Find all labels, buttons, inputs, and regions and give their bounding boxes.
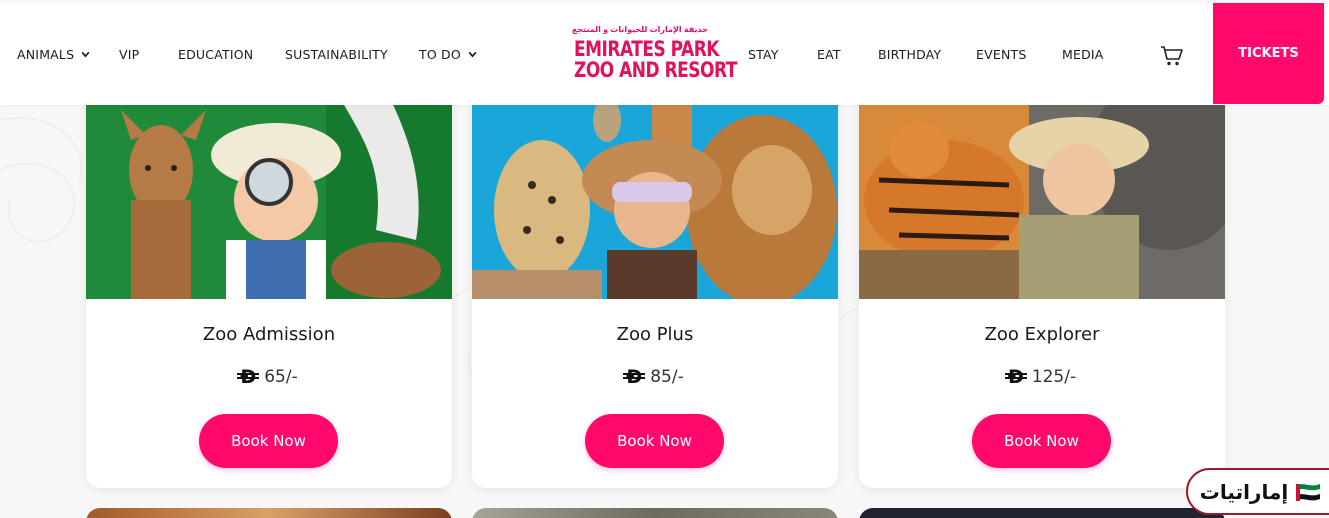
card-image-zoo-admission bbox=[86, 90, 452, 299]
nav-media[interactable]: MEDIA bbox=[1062, 47, 1104, 62]
card-price: Đ 125/- bbox=[859, 366, 1225, 388]
card-title: Zoo Plus bbox=[616, 324, 694, 345]
nav-events-label: EVENTS bbox=[976, 47, 1027, 62]
price-value: 65/- bbox=[264, 367, 298, 387]
dirham-icon: Đ bbox=[1004, 366, 1027, 388]
ticket-card-zoo-explorer: Zoo Explorer Đ 125/- Book Now bbox=[859, 90, 1225, 488]
nav-eat[interactable]: EAT bbox=[817, 47, 841, 62]
nav-birthday[interactable]: BIRTHDAY bbox=[878, 47, 941, 62]
logo-line-2: ZOO AND RESORT bbox=[574, 58, 737, 83]
nav-vip[interactable]: VIP bbox=[119, 47, 139, 62]
card-title: Zoo Explorer bbox=[984, 324, 1100, 345]
book-now-label: Book Now bbox=[231, 432, 306, 450]
cart-icon[interactable] bbox=[1160, 45, 1184, 67]
next-card-image bbox=[472, 508, 838, 518]
tickets-label: TICKETS bbox=[1238, 46, 1299, 61]
nav-sustainability[interactable]: SUSTAINABILITY bbox=[285, 47, 388, 62]
book-now-button[interactable]: Book Now bbox=[585, 414, 724, 468]
ticket-card-zoo-admission: Zoo Admission Đ 65/- Book Now bbox=[86, 90, 452, 488]
nav-stay[interactable]: STAY bbox=[748, 47, 779, 62]
nav-eat-label: EAT bbox=[817, 47, 841, 62]
logo-arabic-text: حديقة الإمارات للحيوانات و المنتجع bbox=[572, 25, 708, 34]
book-now-label: Book Now bbox=[617, 432, 692, 450]
book-now-label: Book Now bbox=[1004, 432, 1079, 450]
card-image-zoo-plus bbox=[472, 90, 838, 299]
price-value: 85/- bbox=[650, 367, 684, 387]
nav-to-do-label: TO DO bbox=[419, 47, 461, 62]
nav-birthday-label: BIRTHDAY bbox=[878, 47, 942, 62]
card-image-zoo-explorer bbox=[859, 90, 1225, 299]
uae-flag-icon bbox=[1296, 483, 1321, 501]
tickets-button[interactable]: TICKETS bbox=[1213, 3, 1324, 104]
dirham-icon: Đ bbox=[237, 366, 260, 388]
next-card-image bbox=[859, 508, 1225, 518]
card-price: Đ 65/- bbox=[86, 366, 452, 388]
price-value: 125/- bbox=[1031, 367, 1077, 387]
emaratyat-badge[interactable]: إماراتيات bbox=[1186, 468, 1329, 515]
nav-animals[interactable]: ANIMALS bbox=[17, 47, 91, 62]
book-now-button[interactable]: Book Now bbox=[972, 414, 1111, 468]
nav-sustainability-label: SUSTAINABILITY bbox=[285, 47, 388, 62]
nav-education-label: EDUCATION bbox=[178, 47, 254, 62]
nav-stay-label: STAY bbox=[748, 47, 779, 62]
chevron-down-icon bbox=[81, 51, 90, 58]
next-card-image bbox=[86, 508, 452, 518]
nav-events[interactable]: EVENTS bbox=[976, 47, 1026, 62]
dirham-icon: Đ bbox=[623, 366, 646, 388]
card-title: Zoo Admission bbox=[202, 324, 336, 345]
nav-vip-label: VIP bbox=[119, 47, 140, 62]
card-price: Đ 85/- bbox=[472, 366, 838, 388]
badge-text: إماراتيات bbox=[1199, 479, 1289, 504]
ticket-card-zoo-plus: Zoo Plus Đ 85/- Book Now bbox=[472, 90, 838, 488]
nav-animals-label: ANIMALS bbox=[17, 47, 75, 62]
site-logo[interactable]: حديقة الإمارات للحيوانات و المنتجع EMIRA… bbox=[572, 25, 737, 85]
nav-education[interactable]: EDUCATION bbox=[178, 47, 253, 62]
nav-media-label: MEDIA bbox=[1062, 47, 1104, 62]
chevron-down-icon bbox=[468, 51, 477, 58]
site-header: ANIMALS VIP EDUCATION SUSTAINABILITY TO … bbox=[0, 3, 1329, 105]
nav-to-do[interactable]: TO DO bbox=[419, 47, 478, 62]
book-now-button[interactable]: Book Now bbox=[199, 414, 338, 468]
